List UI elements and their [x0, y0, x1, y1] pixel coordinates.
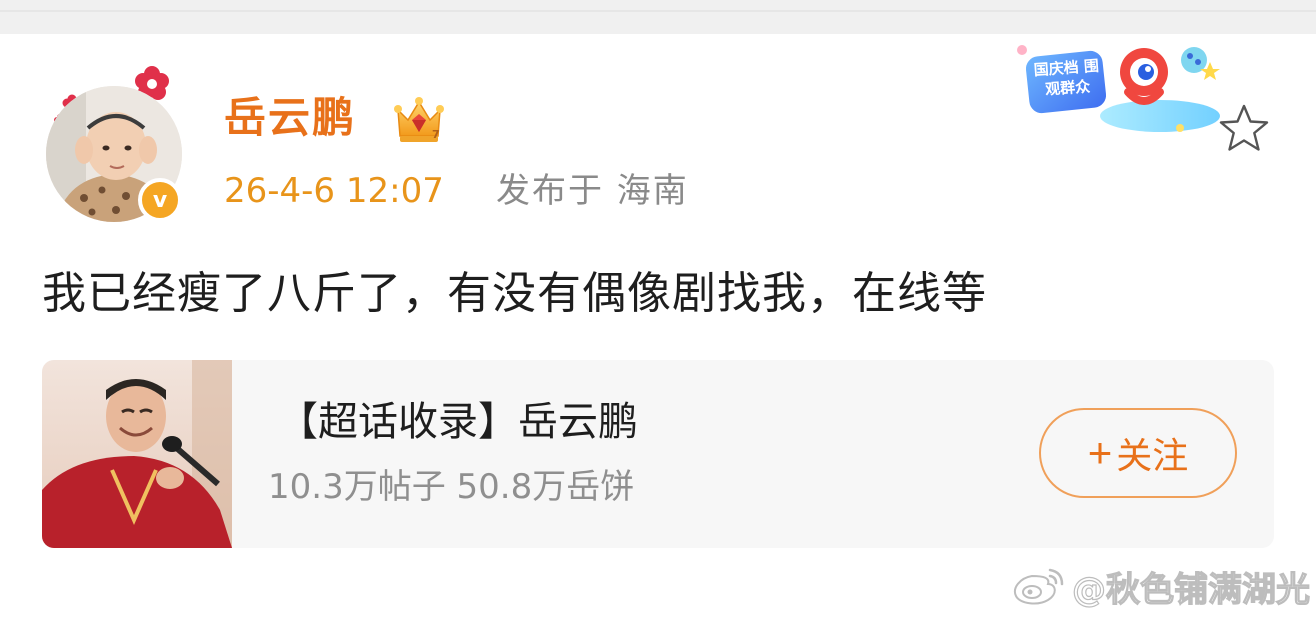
- post-location: 发布于 海南: [496, 171, 689, 211]
- follow-label: 关注: [1116, 435, 1189, 476]
- crown-icon[interactable]: 7: [392, 94, 446, 146]
- svg-text:7: 7: [432, 128, 440, 141]
- topic-title[interactable]: 【超话收录】岳云鹏: [278, 392, 638, 452]
- national-day-sticker-text: 国庆档 围观群众: [1033, 56, 1100, 99]
- watermark: @秋色铺满湖光: [1010, 562, 1311, 610]
- author-name[interactable]: 岳云鹏: [224, 88, 356, 148]
- post-time: 26-4-6 12:07: [224, 171, 444, 211]
- super-topic-card[interactable]: 【超话收录】岳云鹏 10.3万帖子 50.8万岳饼 + 关注: [42, 360, 1274, 548]
- verified-badge-icon: v: [138, 178, 182, 222]
- favorite-star-icon[interactable]: [1214, 100, 1274, 160]
- weibo-logo-icon: [1014, 568, 1064, 605]
- top-divider: [0, 0, 1316, 34]
- follow-button[interactable]: + 关注: [1039, 408, 1237, 498]
- topic-cover-image-icon: [42, 360, 232, 548]
- topic-stats: 10.3万帖子 50.8万岳饼: [268, 467, 635, 507]
- watermark-text: @秋色铺满湖光: [1071, 569, 1310, 610]
- plus-icon: +: [1087, 429, 1113, 476]
- divider-line: [0, 10, 1316, 12]
- post-text: 我已经瘦了八斤了，有没有偶像剧找我，在线等: [42, 268, 987, 319]
